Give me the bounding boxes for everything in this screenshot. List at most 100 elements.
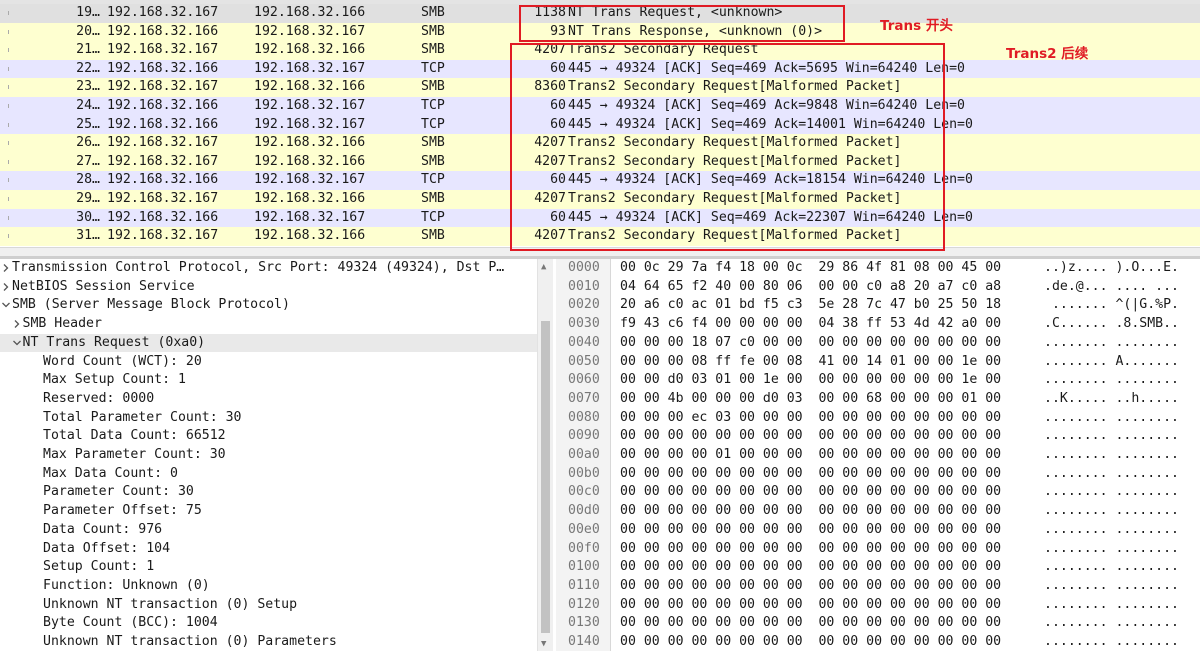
bytes-offset: 00b0	[568, 465, 600, 481]
packet-row[interactable]: 27… 192.168.32.167 192.168.32.166 SMB 4207 Tr…	[0, 152, 1200, 172]
detail-tree-label: Total Parameter Count: 30	[43, 409, 242, 425]
bytes-ascii: ..)z.... ).O...E.	[1044, 260, 1179, 275]
packet-number: 25…	[76, 116, 100, 132]
chevron-right-icon[interactable]	[12, 319, 22, 329]
related-packet-marker-icon	[8, 122, 13, 127]
packet-length: 60	[550, 60, 566, 76]
packet-info: 445 → 49324 [ACK] Seq=469 Ack=5695 Win=6…	[568, 60, 965, 76]
detail-tree-label: Reserved: 0000	[43, 390, 155, 406]
bytes-hex: 00 00 00 00 00 00 00 00 00 00 00 00 00 0…	[620, 521, 1002, 537]
packet-row[interactable]: 31… 192.168.32.167 192.168.32.166 SMB 4207 Tr…	[0, 227, 1200, 246]
detail-tree-label: NetBIOS Session Service	[12, 278, 195, 294]
related-packet-marker-icon	[8, 85, 13, 90]
bytes-offset: 00e0	[568, 521, 600, 537]
packet-row[interactable]: 25… 192.168.32.166 192.168.32.167 TCP 60 445 …	[0, 115, 1200, 135]
packet-length: 4207	[534, 228, 566, 244]
packet-destination: 192.168.32.166	[254, 79, 366, 95]
detail-tree-label: Setup Count: 1	[43, 559, 155, 575]
packet-row[interactable]: 29… 192.168.32.167 192.168.32.166 SMB 4207 Tr…	[0, 190, 1200, 209]
bytes-hex: 00 00 00 00 01 00 00 00 00 00 00 00 00 0…	[620, 447, 1002, 462]
packet-details-tree[interactable]: Transmission Control Protocol, Src Port:…	[0, 259, 537, 651]
packet-length: 8360	[534, 79, 566, 95]
bytes-offset: 0020	[568, 297, 600, 313]
bytes-offset: 0080	[568, 409, 600, 425]
bytes-offset: 00d0	[568, 503, 600, 519]
packet-list[interactable]: 19… 192.168.32.167 192.168.32.166 SMB 1138 NT…	[0, 0, 1200, 256]
detail-tree-label: Function: Unknown (0)	[43, 577, 210, 593]
bytes-offset: 00f0	[568, 540, 600, 556]
packet-info: Trans2 Secondary Request[Malformed Packe…	[568, 153, 902, 169]
packet-length: 4207	[534, 153, 566, 169]
bytes-hex: 00 00 00 18 07 c0 00 00 00 00 00 00 00 0…	[620, 334, 1002, 350]
detail-tree-label: SMB Header	[22, 316, 102, 332]
detail-tree-label: SMB (Server Message Block Protocol)	[12, 297, 290, 313]
packet-protocol: SMB	[421, 42, 445, 58]
packet-source: 192.168.32.166	[107, 172, 219, 188]
packet-protocol: SMB	[421, 79, 445, 95]
packet-destination: 192.168.32.167	[254, 209, 366, 225]
packet-protocol: TCP	[421, 116, 445, 132]
packet-row[interactable]: 28… 192.168.32.166 192.168.32.167 TCP 60 445 …	[0, 171, 1200, 190]
chevron-right-icon[interactable]	[1, 282, 11, 292]
bytes-offset: 0070	[568, 390, 600, 406]
packet-number: 29…	[76, 191, 100, 206]
detail-tree-label: Parameter Offset: 75	[43, 503, 202, 519]
packet-number: 19…	[76, 5, 100, 20]
bytes-hex: 00 00 00 00 00 00 00 00 00 00 00 00 00 0…	[620, 577, 1002, 593]
detail-tree-label: Unknown NT transaction (0) Setup	[43, 596, 298, 612]
detail-tree-row[interactable]: NT Trans Request (0xa0)	[0, 333, 537, 353]
packet-row[interactable]: 30… 192.168.32.166 192.168.32.167 TCP 60 445 …	[0, 208, 1200, 228]
packet-source: 192.168.32.167	[107, 191, 219, 206]
packet-row[interactable]: 22… 192.168.32.166 192.168.32.167 TCP 60 445 …	[0, 59, 1200, 79]
detail-tree-label: NT Trans Request (0xa0)	[22, 334, 206, 350]
packet-row[interactable]: 23… 192.168.32.167 192.168.32.166 SMB 8360 Tr…	[0, 78, 1200, 97]
related-packet-marker-icon	[8, 48, 13, 53]
packet-row[interactable]: 24… 192.168.32.166 192.168.32.167 TCP 60 445 …	[0, 97, 1200, 116]
details-scrollbar-thumb[interactable]	[541, 321, 550, 633]
packet-row[interactable]: 19… 192.168.32.167 192.168.32.166 SMB 1138 NT…	[0, 4, 1200, 23]
scroll-down-arrow-icon[interactable]: ▼	[541, 639, 546, 649]
bytes-hex: 00 00 d0 03 01 00 1e 00 00 00 00 00 00 0…	[620, 372, 1002, 388]
packet-info: NT Trans Request, <unknown>	[568, 5, 783, 20]
chevron-down-icon[interactable]	[12, 338, 22, 348]
bytes-hex: 00 00 00 00 00 00 00 00 00 00 00 00 00 0…	[620, 559, 1002, 575]
packet-destination: 192.168.32.167	[254, 116, 366, 132]
packet-source: 192.168.32.167	[107, 135, 219, 151]
chevron-down-icon[interactable]	[1, 300, 11, 310]
chevron-right-icon[interactable]	[1, 263, 11, 273]
bytes-hex: 00 00 00 00 00 00 00 00 00 00 00 00 00 0…	[620, 503, 1002, 519]
bytes-ascii: ........ ........	[1044, 615, 1179, 631]
packet-info: Trans2 Secondary Request[Malformed Packe…	[568, 135, 902, 151]
packet-list-horizontal-scrollbar[interactable]	[0, 247, 1200, 256]
packet-length: 4207	[534, 42, 566, 58]
packet-info: 445 → 49324 [ACK] Seq=469 Ack=22307 Win=…	[568, 209, 973, 225]
bytes-offset: 0010	[568, 278, 600, 294]
bytes-ascii: ........ ........	[1044, 409, 1179, 425]
details-vertical-scrollbar[interactable]: ▲ ▼	[537, 259, 553, 651]
bytes-offset: 0040	[568, 334, 600, 350]
packet-number: 21…	[76, 42, 100, 58]
packet-protocol: SMB	[421, 228, 445, 244]
packet-number: 20…	[76, 23, 100, 39]
packet-source: 192.168.32.166	[107, 23, 219, 39]
packet-row[interactable]: 20… 192.168.32.166 192.168.32.167 SMB 93 NT T…	[0, 22, 1200, 42]
packet-destination: 192.168.32.166	[254, 5, 366, 20]
packet-length: 60	[550, 98, 566, 113]
packet-protocol: SMB	[421, 23, 445, 39]
packet-info: 445 → 49324 [ACK] Seq=469 Ack=18154 Win=…	[568, 172, 973, 188]
trans2-followup-annotation: Trans2 后续	[1006, 46, 1089, 62]
packet-protocol: SMB	[421, 153, 445, 169]
scroll-up-arrow-icon[interactable]: ▲	[541, 262, 546, 272]
bytes-offset: 00c0	[568, 484, 600, 500]
packet-protocol: TCP	[421, 60, 445, 76]
bytes-hex: 00 00 00 ec 03 00 00 00 00 00 00 00 00 0…	[620, 409, 1002, 425]
bytes-ascii: .de.@... .... ...	[1044, 278, 1179, 294]
detail-tree-label: Transmission Control Protocol, Src Port:…	[12, 260, 505, 275]
detail-tree-label: Data Offset: 104	[43, 540, 171, 556]
packet-row[interactable]: 26… 192.168.32.167 192.168.32.166 SMB 4207 Tr…	[0, 134, 1200, 153]
packet-info: NT Trans Response, <unknown (0)>	[568, 23, 823, 39]
bytes-offset: 0140	[568, 634, 600, 649]
bytes-ascii: ........ ........	[1044, 372, 1179, 388]
packet-bytes-pane[interactable]: 0000 00 0c 29 7a f4 18 00 0c 29 86 4f 81 …	[556, 259, 1200, 651]
packet-protocol: SMB	[421, 5, 445, 20]
